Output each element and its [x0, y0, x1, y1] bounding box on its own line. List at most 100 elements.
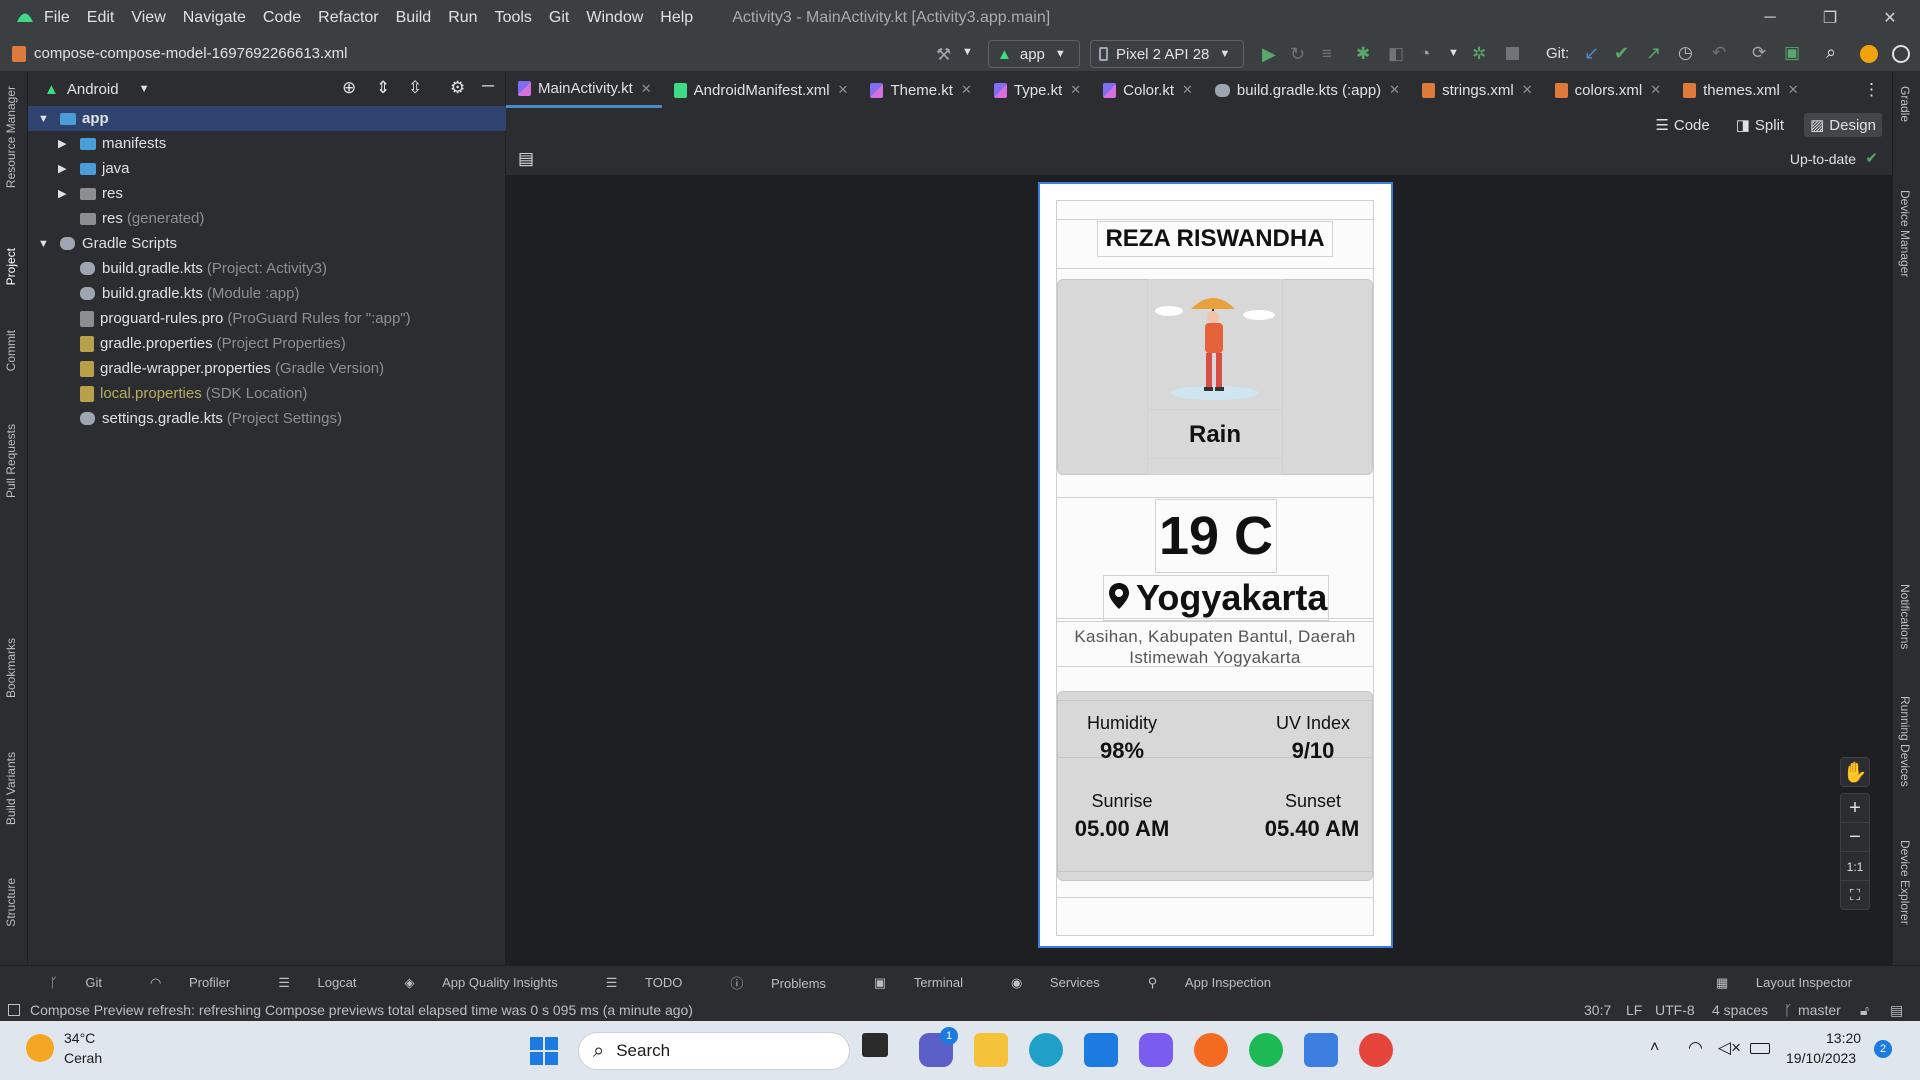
caret-position[interactable]: 30:7 — [1584, 1002, 1611, 1018]
chrome-icon[interactable] — [1359, 1033, 1393, 1067]
tree-item-build-gradle-module[interactable]: build.gradle.kts (Module :app) — [28, 281, 506, 306]
memory-icon[interactable]: ▤ — [1890, 1002, 1903, 1019]
gradle-sync-icon[interactable]: ⟳ — [1752, 43, 1766, 63]
zoom-in-button[interactable]: + — [1840, 793, 1870, 823]
wifi-icon[interactable]: ◠ — [1688, 1038, 1703, 1058]
sync-icon[interactable]: ✲ — [1472, 44, 1486, 64]
menu-view[interactable]: View — [131, 9, 165, 27]
chevron-down-icon[interactable]: ▼ — [38, 113, 60, 125]
battery-icon[interactable] — [1750, 1043, 1770, 1054]
git-update-icon[interactable]: ↙ — [1584, 43, 1599, 64]
close-icon[interactable]: ✕ — [838, 82, 849, 98]
design-canvas[interactable]: REZA RISWANDHA Rain 19 C Yogyakarta Kasi… — [506, 177, 1892, 965]
rollback-icon[interactable]: ↶ — [1712, 43, 1726, 63]
tab-device-manager[interactable]: Device Manager — [1898, 190, 1912, 277]
gear-icon[interactable]: ⚙ — [450, 78, 465, 98]
file-encoding[interactable]: UTF-8 — [1655, 1002, 1695, 1018]
volume-muted-icon[interactable]: ◁× — [1718, 1038, 1741, 1058]
tab-project[interactable]: Project — [4, 248, 18, 285]
git-commit-icon[interactable]: ✔ — [1614, 43, 1629, 64]
tab-bookmarks[interactable]: Bookmarks — [4, 638, 18, 698]
tool-git[interactable]: ᚴ Git — [38, 975, 114, 990]
tool-problems[interactable]: ⓘ Problems — [718, 973, 838, 992]
clock-time[interactable]: 13:20 — [1826, 1030, 1861, 1046]
debug-icon[interactable]: ✱ — [1356, 44, 1370, 64]
tree-item-gradle-scripts[interactable]: ▼ Gradle Scripts — [28, 231, 506, 256]
profile-icon[interactable]: ◧ — [1388, 44, 1404, 64]
firefox-icon[interactable] — [1194, 1033, 1228, 1067]
tab-build-gradle[interactable]: build.gradle.kts (:app) ✕ — [1203, 72, 1410, 108]
tab-notifications[interactable]: Notifications — [1898, 584, 1912, 649]
minimize-button[interactable]: ─ — [1740, 0, 1800, 36]
tab-device-explorer[interactable]: Device Explorer — [1898, 840, 1912, 925]
hammer-build-icon[interactable]: ⚒ — [936, 45, 951, 65]
tab-running-devices[interactable]: Running Devices — [1898, 696, 1912, 787]
weather-sun-icon[interactable] — [26, 1034, 54, 1062]
file-explorer-icon[interactable] — [974, 1033, 1008, 1067]
tool-todo[interactable]: ☰ TODO — [594, 975, 695, 991]
zoom-actual-size-button[interactable]: 1:1 — [1840, 851, 1870, 881]
hide-panel-icon[interactable]: ─ — [482, 76, 494, 96]
copilot-icon[interactable] — [1139, 1033, 1173, 1067]
tab-build-variants[interactable]: Build Variants — [4, 752, 18, 825]
close-button[interactable]: ✕ — [1860, 0, 1920, 36]
lock-icon[interactable]: 🔓︎ — [1860, 1002, 1869, 1019]
tab-commit[interactable]: Commit — [4, 330, 18, 371]
menu-edit[interactable]: Edit — [87, 9, 115, 27]
rerun-icon[interactable]: ↻ — [1290, 44, 1305, 65]
tool-app-quality-insights[interactable]: ◈ App Quality Insights — [393, 975, 570, 991]
tree-item-build-gradle-project[interactable]: build.gradle.kts (Project: Activity3) — [28, 256, 506, 281]
chevron-right-icon[interactable]: ▶ — [58, 187, 80, 200]
clock-date[interactable]: 19/10/2023 — [1786, 1050, 1856, 1066]
tool-logcat[interactable]: ☰ Logcat — [266, 975, 368, 991]
mode-design-button[interactable]: ▨ Design — [1804, 113, 1882, 137]
menu-git[interactable]: Git — [549, 9, 569, 27]
device-select[interactable]: Pixel 2 API 28 ▼ — [1090, 40, 1244, 68]
tab-gradle[interactable]: Gradle — [1898, 86, 1912, 122]
weather-desc[interactable]: Cerah — [64, 1050, 102, 1066]
menu-build[interactable]: Build — [396, 9, 432, 27]
close-icon[interactable]: ✕ — [1070, 82, 1081, 98]
menu-file[interactable]: File — [44, 9, 70, 27]
tree-item-proguard[interactable]: proguard-rules.pro (ProGuard Rules for "… — [28, 306, 506, 331]
collapse-all-icon[interactable]: ⇳ — [408, 78, 422, 98]
stop-icon[interactable] — [1506, 47, 1519, 60]
git-branch[interactable]: master — [1798, 1002, 1841, 1018]
tab-pull-requests[interactable]: Pull Requests — [4, 424, 18, 498]
tool-profiler[interactable]: ◠ Profiler — [138, 975, 242, 991]
preview-layout-icon[interactable]: ▤ — [518, 149, 534, 169]
expand-all-icon[interactable]: ⇕ — [376, 78, 390, 98]
tab-structure[interactable]: Structure — [4, 878, 18, 927]
compose-preview[interactable]: REZA RISWANDHA Rain 19 C Yogyakarta Kasi… — [1038, 182, 1393, 948]
menu-run[interactable]: Run — [448, 9, 477, 27]
menu-help[interactable]: Help — [660, 9, 693, 27]
menu-navigate[interactable]: Navigate — [183, 9, 246, 27]
taskbar-search[interactable]: ⌕ Search — [578, 1032, 850, 1070]
history-icon[interactable]: ◷ — [1678, 43, 1693, 63]
menu-refactor[interactable]: Refactor — [318, 9, 378, 27]
weather-temp[interactable]: 34°C — [64, 1030, 95, 1046]
tab-strings[interactable]: strings.xml ✕ — [1410, 72, 1543, 108]
mode-split-button[interactable]: ◨ Split — [1730, 113, 1790, 137]
search-icon[interactable]: ⌕ — [1826, 42, 1836, 63]
close-icon[interactable]: ✕ — [961, 82, 972, 98]
chevron-down-icon[interactable]: ▼ — [1448, 47, 1459, 59]
line-separator[interactable]: LF — [1626, 1002, 1642, 1018]
android-studio-taskbar-icon[interactable] — [1304, 1033, 1338, 1067]
spotify-icon[interactable] — [1249, 1033, 1283, 1067]
chevron-down-icon[interactable]: ▼ — [962, 46, 973, 58]
panel-toggle-icon[interactable] — [8, 1004, 20, 1016]
chevron-right-icon[interactable]: ▶ — [58, 162, 80, 175]
task-view-icon[interactable] — [862, 1033, 888, 1057]
chevron-down-icon[interactable]: ▼ — [139, 83, 150, 95]
menu-code[interactable]: Code — [263, 9, 301, 27]
chevron-right-icon[interactable]: ▶ — [58, 137, 80, 150]
tree-item-res[interactable]: ▶ res — [28, 181, 506, 206]
tree-item-manifests[interactable]: ▶ manifests — [28, 131, 506, 156]
tree-item-gradle-wrapper[interactable]: gradle-wrapper.properties (Gradle Versio… — [28, 356, 506, 381]
locate-icon[interactable]: ⊕ — [342, 78, 356, 98]
run-icon[interactable]: ▶ — [1262, 44, 1276, 65]
menu-window[interactable]: Window — [586, 9, 643, 27]
chevron-down-icon[interactable]: ▼ — [38, 238, 60, 250]
more-tabs-icon[interactable]: ⋮ — [1863, 80, 1880, 100]
